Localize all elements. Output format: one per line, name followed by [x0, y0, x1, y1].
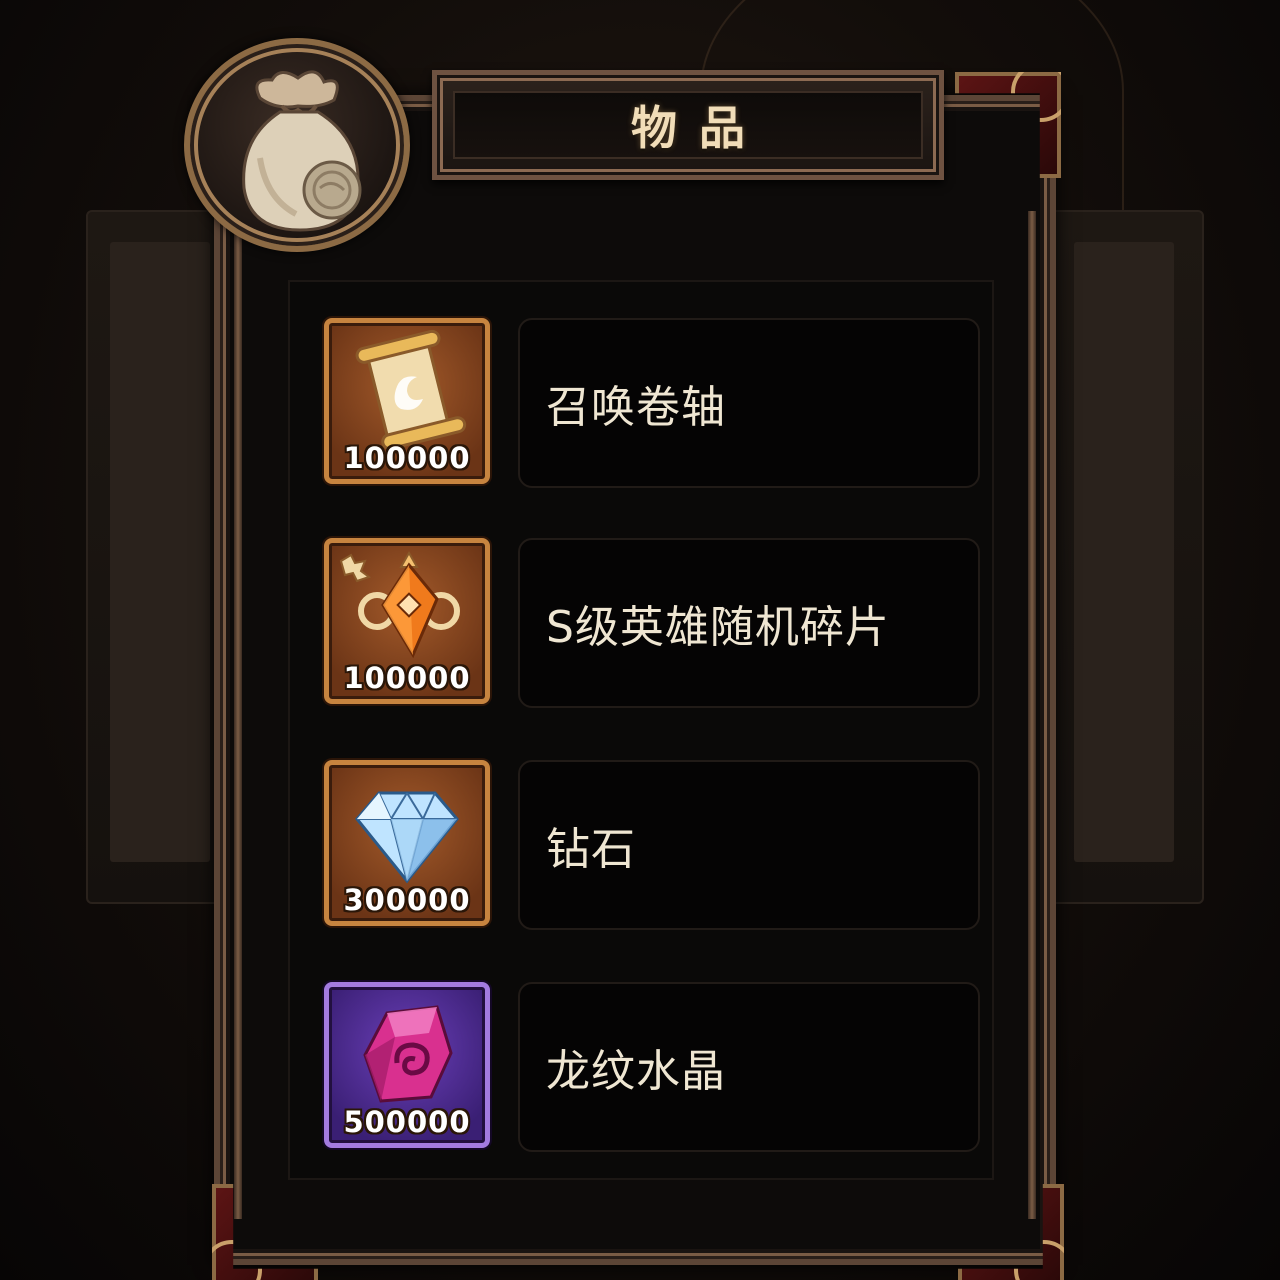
- item-count: 100000: [343, 441, 471, 475]
- summon-scroll-icon: [355, 329, 467, 449]
- item-icon-frame[interactable]: 300000: [324, 760, 490, 926]
- list-item[interactable]: 500000 龙纹水晶: [324, 982, 980, 1152]
- item-count: 300000: [343, 883, 471, 917]
- item-name-box: 龙纹水晶: [518, 982, 980, 1152]
- item-name: 召唤卷轴: [546, 382, 726, 433]
- coin-bag-icon: [242, 70, 362, 232]
- list-item[interactable]: 300000 钻石: [324, 760, 980, 930]
- panel-title: 物品: [631, 101, 767, 155]
- item-icon-frame[interactable]: 100000: [324, 538, 490, 704]
- item-name: 龙纹水晶: [546, 1046, 726, 1097]
- item-name-box: 钻石: [518, 760, 980, 930]
- item-icon-frame[interactable]: 500000: [324, 982, 490, 1148]
- coin-bag-medallion: [184, 38, 410, 252]
- item-count: 500000: [343, 1105, 471, 1139]
- item-icon-frame[interactable]: 100000: [324, 318, 490, 484]
- item-name-box: S级英雄随机碎片: [518, 538, 980, 708]
- item-name-box: 召唤卷轴: [518, 318, 980, 488]
- title-plate: 物品: [432, 70, 944, 180]
- hero-fragment-icon: [339, 550, 460, 659]
- item-list[interactable]: 100000 召唤卷轴 100000 S级英雄随机碎片 300000 钻石 50…: [288, 280, 994, 1180]
- background-panel-right: [1050, 210, 1204, 904]
- list-item[interactable]: 100000 S级英雄随机碎片: [324, 538, 980, 708]
- list-item[interactable]: 100000 召唤卷轴: [324, 318, 980, 488]
- item-name: 钻石: [546, 824, 636, 875]
- item-count: 100000: [343, 661, 471, 695]
- item-name: S级英雄随机碎片: [546, 602, 890, 653]
- diamond-icon: [355, 791, 459, 884]
- dragon-crystal-icon: [363, 1005, 453, 1103]
- item-reward-screen: 物品 100000 召唤卷轴 100000 S级英雄随机碎片 300000 钻石…: [0, 0, 1280, 1280]
